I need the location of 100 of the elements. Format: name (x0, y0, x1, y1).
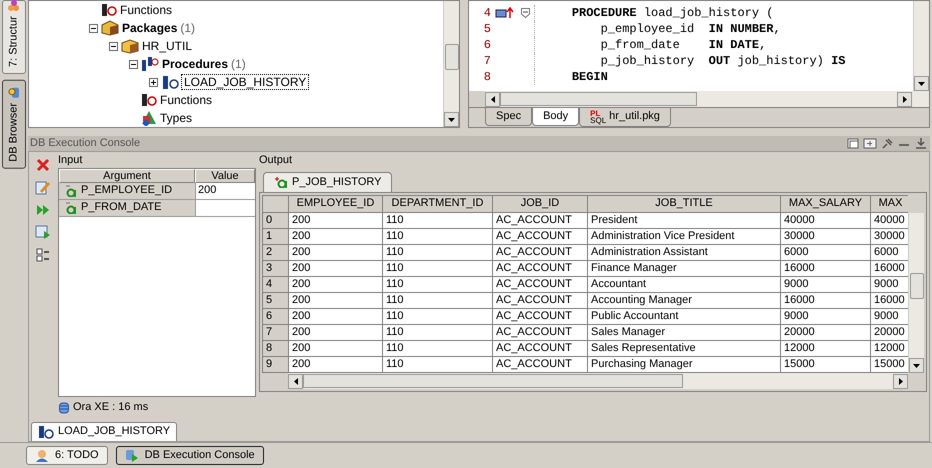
table-cell: 20000 (780, 324, 870, 340)
line-number: 7 (482, 54, 492, 68)
collapse-icon[interactable] (109, 42, 118, 50)
table-cell: 110 (382, 212, 492, 228)
fold-icon[interactable] (521, 8, 530, 18)
column-header: MAX_SALARY (780, 196, 870, 212)
scrollbar[interactable] (913, 1, 929, 91)
package-icon (101, 20, 119, 36)
row-number: 2 (262, 244, 288, 260)
table-cell: Accountant (588, 276, 780, 292)
scroll-thumb[interactable] (910, 272, 924, 298)
tab-label: hr_util.pkg (609, 110, 660, 124)
code-line: BEGIN (570, 70, 608, 84)
value-field[interactable]: 200 (195, 183, 255, 200)
tree-item[interactable]: Functions (160, 92, 212, 108)
right-arrow-icon[interactable] (898, 378, 902, 384)
download-icon[interactable] (914, 137, 928, 150)
checklist-icon[interactable] (36, 248, 50, 262)
down-arrow-icon[interactable] (918, 82, 925, 86)
down-arrow-icon[interactable] (448, 118, 455, 122)
procedure-icon (38, 425, 54, 439)
horizontal-scrollbar[interactable] (485, 91, 929, 107)
tree-item[interactable]: Packages (122, 20, 178, 36)
code-line: p_from_date IN DATE, (600, 38, 766, 52)
down-arrow-icon[interactable] (913, 364, 920, 368)
left-arrow-icon[interactable] (490, 96, 494, 102)
implements-marker-icon[interactable] (495, 7, 515, 19)
panel-icon[interactable] (863, 137, 877, 150)
right-arrow-icon[interactable] (902, 96, 906, 102)
table-cell: 200 (288, 228, 382, 244)
code-line: p_employee_id IN NUMBER, (600, 22, 781, 36)
table-cell: 200 (288, 340, 382, 356)
row-number: 5 (262, 292, 288, 308)
procedure-icon (141, 56, 159, 72)
table-cell: 40000 (780, 212, 870, 228)
scroll-thumb[interactable] (303, 374, 683, 388)
table-cell: Public Accountant (588, 308, 780, 324)
execute-icon[interactable] (35, 224, 51, 240)
table-cell: AC_ACCOUNT (492, 340, 588, 356)
table-cell: 16000 (780, 260, 870, 276)
table-cell: 110 (382, 324, 492, 340)
tree-item[interactable]: Functions (120, 2, 172, 18)
collapse-icon[interactable] (89, 24, 98, 32)
column-header: EMPLOYEE_ID (288, 196, 382, 212)
tool-window-button[interactable]: DB Execution Console (116, 446, 264, 466)
collapse-icon[interactable] (129, 60, 138, 68)
edit-icon[interactable] (35, 180, 51, 196)
procedure-icon (161, 74, 179, 90)
structure-icon (8, 0, 20, 12)
value-field[interactable] (195, 200, 255, 217)
editor-tab[interactable]: Body (532, 108, 580, 126)
side-tab[interactable]: 7: Structur (2, 0, 26, 74)
table-cell: AC_ACCOUNT (492, 228, 588, 244)
side-tab[interactable]: DB Browser (2, 80, 26, 169)
database-icon (59, 402, 69, 414)
scroll-thumb[interactable] (444, 44, 458, 70)
editor-tab[interactable]: Spec (485, 108, 532, 126)
tree-item[interactable]: HR_UTIL (142, 38, 192, 54)
person-icon (35, 449, 49, 462)
table-cell: 110 (382, 308, 492, 324)
status-text: Ora XE : 16 ms (73, 401, 148, 415)
table-cell: 110 (382, 228, 492, 244)
table-cell: 9000 (780, 308, 870, 324)
table-cell: Accounting Manager (588, 292, 780, 308)
row-number: 0 (262, 212, 288, 228)
run-icon[interactable] (36, 204, 50, 216)
function-icon (141, 93, 157, 107)
table-cell: 200 (288, 212, 382, 228)
table-cell: 200 (288, 276, 382, 292)
column-header: DEPARTMENT_ID (382, 196, 492, 212)
pin-icon[interactable] (880, 137, 894, 150)
package-icon (121, 38, 139, 54)
in-parameter-icon (65, 202, 77, 214)
row-number: 1 (262, 228, 288, 244)
table-cell: 110 (382, 244, 492, 260)
scrollbar[interactable] (908, 213, 924, 373)
line-number: 6 (482, 38, 492, 52)
table-cell: 110 (382, 292, 492, 308)
table-cell: 200 (288, 324, 382, 340)
console-tab[interactable]: LOAD_JOB_HISTORY (31, 422, 178, 441)
scroll-thumb[interactable] (500, 92, 697, 106)
table-cell: 9000 (780, 276, 870, 292)
expand-icon[interactable] (149, 78, 158, 86)
table-cell: AC_ACCOUNT (492, 292, 588, 308)
tool-window-button[interactable]: 6: TODO (26, 446, 108, 466)
table-cell: 110 (382, 276, 492, 292)
tree-item[interactable]: LOAD_JOB_HISTORY (182, 74, 308, 90)
row-number: 7 (262, 324, 288, 340)
window-icon[interactable] (846, 137, 860, 150)
section-label: Output (259, 154, 294, 168)
tree-item[interactable]: Types (160, 110, 192, 126)
left-arrow-icon[interactable] (294, 378, 298, 384)
result-tab[interactable]: P_JOB_HISTORY (263, 172, 392, 192)
close-icon[interactable] (36, 158, 50, 172)
database-search-icon (8, 87, 20, 99)
tree-item[interactable]: Procedures (162, 56, 228, 72)
table-cell: AC_ACCOUNT (492, 260, 588, 276)
horizontal-scrollbar[interactable] (288, 373, 908, 389)
scrollbar[interactable] (443, 1, 459, 127)
argument-cell: P_EMPLOYEE_ID (59, 183, 195, 200)
